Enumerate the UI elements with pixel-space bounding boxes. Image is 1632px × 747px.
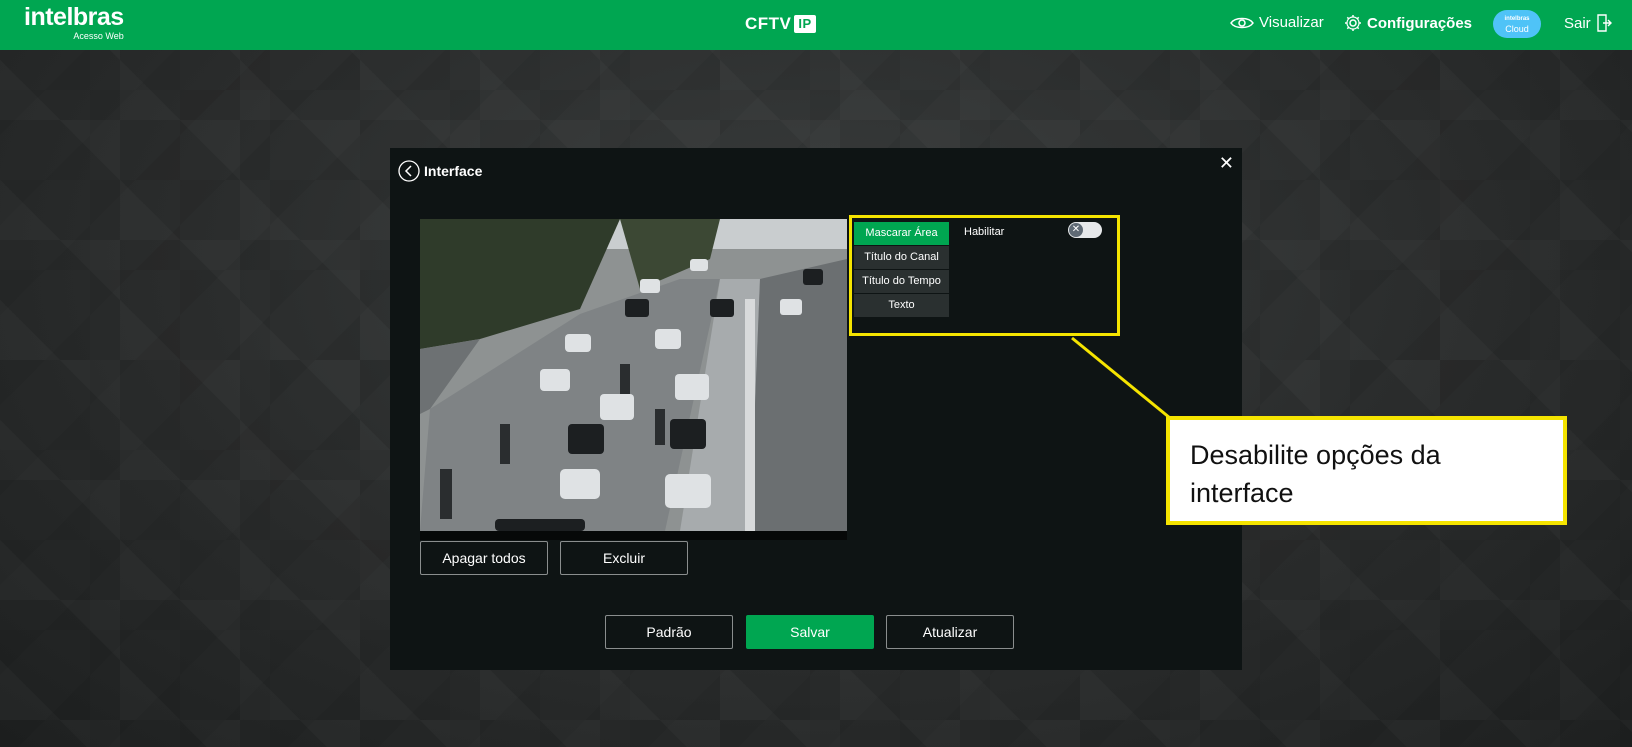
- interface-dialog: Interface ✕ Apagar todos Excluir Mascara…: [390, 148, 1242, 670]
- interface-tabs: Mascarar Área Título do Canal Título do …: [854, 222, 949, 318]
- cloud-label: Cloud: [1505, 24, 1529, 34]
- back-icon[interactable]: [398, 160, 420, 182]
- habilitar-toggle[interactable]: ✕: [1068, 222, 1102, 238]
- annotation-callout: Desabilite opções da interface: [1166, 416, 1567, 525]
- excluir-button[interactable]: Excluir: [560, 541, 688, 575]
- gear-icon: [1345, 15, 1361, 31]
- dialog-title: Interface: [424, 163, 483, 179]
- cloud-brand-label: intelbras: [1504, 16, 1530, 22]
- salvar-button[interactable]: Salvar: [746, 615, 874, 649]
- camera-preview[interactable]: [420, 219, 847, 540]
- brand-name: intelbras: [24, 3, 124, 31]
- nav-visualizar[interactable]: Visualizar: [1230, 14, 1324, 31]
- toggle-off-icon: ✕: [1069, 223, 1083, 237]
- tab-mascarar-area[interactable]: Mascarar Área: [854, 222, 949, 245]
- camera-image: [420, 219, 847, 531]
- cftv-ip-logo: CFTV IP: [745, 14, 816, 34]
- nav-visualizar-label: Visualizar: [1259, 14, 1324, 31]
- ip-badge: IP: [794, 15, 816, 33]
- atualizar-button[interactable]: Atualizar: [886, 615, 1014, 649]
- brand-subtitle: Acesso Web: [73, 31, 124, 41]
- apagar-todos-button[interactable]: Apagar todos: [420, 541, 548, 575]
- cftv-logo-text: CFTV: [745, 14, 792, 33]
- habilitar-label: Habilitar: [964, 226, 1005, 238]
- dialog-header: Interface: [398, 160, 482, 182]
- eye-icon: [1230, 17, 1254, 28]
- nav-sair[interactable]: Sair: [1564, 14, 1612, 32]
- brand-logo: intelbras Acesso Web: [24, 4, 124, 41]
- nav-configuracoes[interactable]: Configurações: [1344, 14, 1472, 32]
- nav-configuracoes-label: Configurações: [1367, 14, 1473, 32]
- padrao-button[interactable]: Padrão: [605, 615, 733, 649]
- logout-icon: [1596, 14, 1612, 32]
- tab-texto[interactable]: Texto: [854, 294, 949, 317]
- cloud-icon[interactable]: intelbras Cloud: [1493, 10, 1541, 38]
- tab-titulo-do-canal[interactable]: Título do Canal: [854, 246, 949, 269]
- nav-sair-label: Sair: [1564, 14, 1591, 32]
- tab-titulo-do-tempo[interactable]: Título do Tempo: [854, 270, 949, 293]
- top-bar: intelbras Acesso Web CFTV IP Visualizar …: [0, 0, 1632, 50]
- close-icon[interactable]: ✕: [1219, 154, 1234, 172]
